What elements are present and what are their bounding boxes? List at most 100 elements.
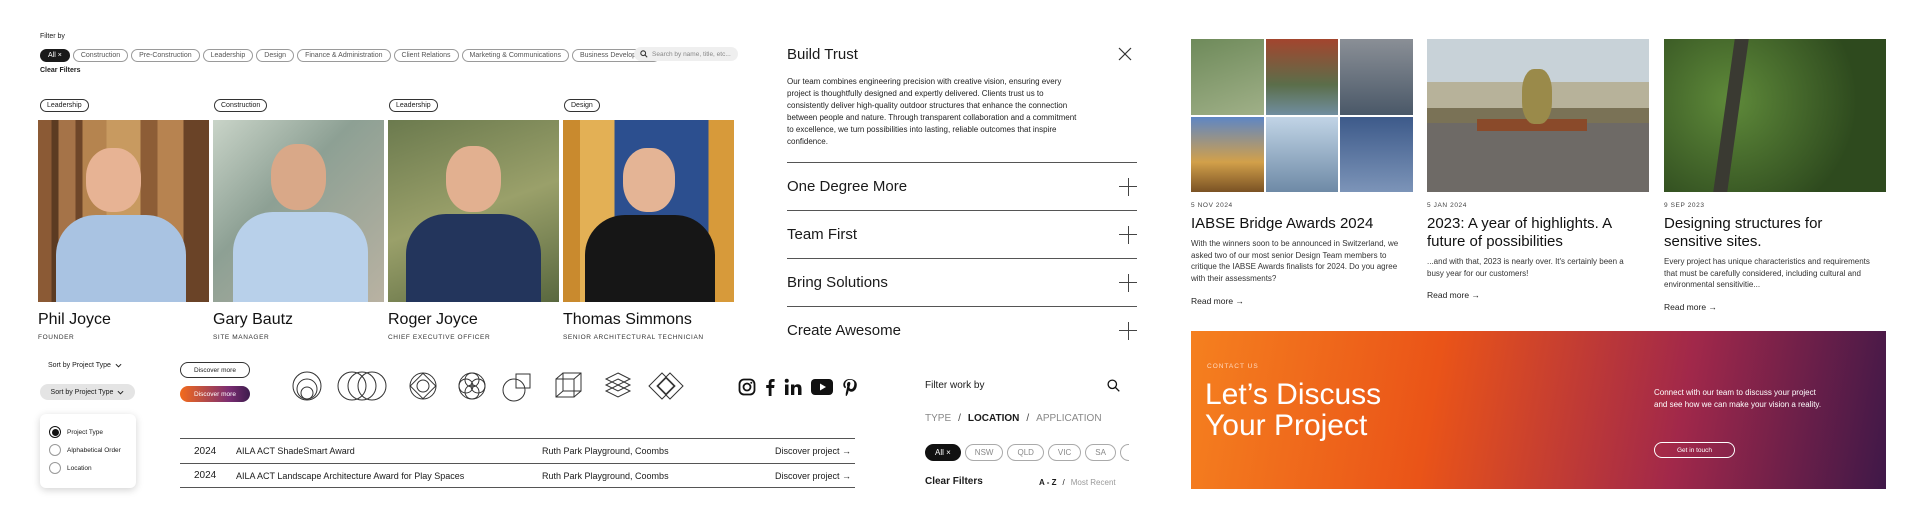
discover-more-gradient-button[interactable]: Discover more bbox=[180, 386, 250, 402]
person-tag: Leadership bbox=[389, 99, 438, 112]
ring-knot-icon bbox=[409, 372, 437, 400]
work-filter-label: Filter work by bbox=[925, 380, 985, 391]
arrow-right-icon: → bbox=[842, 470, 851, 481]
chip-nsw[interactable]: NSW bbox=[964, 444, 1004, 461]
read-more-link[interactable]: Read more → bbox=[1664, 302, 1717, 312]
plus-icon bbox=[1119, 321, 1137, 340]
chip-qld[interactable]: QLD bbox=[1007, 444, 1044, 461]
read-more-link[interactable]: Read more → bbox=[1427, 290, 1480, 300]
sort-option-alphabetical[interactable]: Alphabetical Order bbox=[49, 441, 136, 459]
circles-overlap-icon bbox=[337, 371, 387, 401]
cta-kicker: CONTACT US bbox=[1207, 363, 1259, 370]
facebook-icon[interactable] bbox=[765, 378, 775, 396]
sort-a-z[interactable]: A - Z bbox=[1039, 478, 1056, 487]
chip-all[interactable]: All × bbox=[925, 444, 961, 461]
chip-pre-construction[interactable]: Pre-Construction bbox=[131, 49, 200, 62]
chip-marketing[interactable]: Marketing & Communications bbox=[461, 49, 569, 62]
accordion-team-first[interactable]: Team First bbox=[787, 210, 1137, 258]
chip-client-relations[interactable]: Client Relations bbox=[393, 49, 459, 62]
link-label: Read more bbox=[1664, 302, 1707, 312]
discover-project-link[interactable]: Discover project → bbox=[764, 446, 855, 456]
arrow-right-icon: → bbox=[1471, 290, 1480, 300]
chip-construction[interactable]: Construction bbox=[72, 49, 129, 62]
person-role: SENIOR ARCHITECTURAL TECHNICIAN bbox=[563, 334, 704, 341]
accordion-label: Bring Solutions bbox=[787, 274, 888, 291]
panel-title: Build Trust bbox=[787, 46, 858, 63]
work-sort: A - Z / Most Recent bbox=[1039, 478, 1116, 487]
accordion-create-awesome[interactable]: Create Awesome bbox=[787, 306, 1137, 354]
social-links bbox=[738, 378, 857, 396]
discover-more-outline-button[interactable]: Discover more bbox=[180, 362, 250, 378]
discover-project-link[interactable]: Discover project → bbox=[764, 471, 855, 481]
panel-body: Our team combines engineering precision … bbox=[787, 77, 1077, 146]
news-date: 5 JAN 2024 bbox=[1427, 202, 1467, 209]
chip-vic[interactable]: VIC bbox=[1047, 444, 1082, 461]
chip-all[interactable]: All × bbox=[40, 49, 70, 62]
accordion-label: One Degree More bbox=[787, 178, 908, 195]
work-filter-modes: TYPE / LOCATION / APPLICATION bbox=[925, 413, 1102, 424]
sort-dropdown-filled[interactable]: Sort by Project Type bbox=[40, 384, 135, 400]
contact-banner: CONTACT US Let’s Discuss Your Project Co… bbox=[1191, 331, 1886, 489]
sort-dropdown-plain[interactable]: Sort by Project Type bbox=[48, 362, 122, 369]
accordion-bring-solutions[interactable]: Bring Solutions bbox=[787, 258, 1137, 306]
work-filter-chips: All × NSW QLD VIC SA bbox=[925, 442, 1129, 461]
chip-finance[interactable]: Finance & Administration bbox=[297, 49, 391, 62]
award-row[interactable]: 2024 AILA ACT ShadeSmart Award Ruth Park… bbox=[180, 438, 855, 463]
news-date: 5 NOV 2024 bbox=[1191, 202, 1233, 209]
sort-option-project-type[interactable]: Project Type bbox=[49, 423, 136, 441]
person-role: FOUNDER bbox=[38, 334, 75, 341]
news-body: ...and with that, 2023 is nearly over. I… bbox=[1427, 257, 1624, 278]
award-year: 2024 bbox=[194, 470, 217, 481]
sort-most-recent[interactable]: Most Recent bbox=[1071, 478, 1116, 487]
search-field[interactable]: Search by name, title, etc... bbox=[634, 47, 738, 61]
mode-location[interactable]: LOCATION bbox=[968, 413, 1019, 424]
award-title: AILA ACT ShadeSmart Award bbox=[236, 446, 355, 456]
pinterest-icon[interactable] bbox=[842, 378, 857, 396]
news-title: Designing structures for sensitive sites… bbox=[1664, 215, 1823, 250]
plus-icon bbox=[1119, 225, 1137, 244]
link-label: Discover project bbox=[774, 470, 840, 481]
clear-filters-link[interactable]: Clear Filters bbox=[40, 67, 80, 74]
person-name: Phil Joyce bbox=[38, 311, 111, 328]
chevron-down-icon bbox=[115, 363, 122, 368]
mode-type[interactable]: TYPE bbox=[925, 413, 951, 424]
instagram-icon[interactable] bbox=[738, 378, 756, 396]
clear-filters-link[interactable]: Clear Filters bbox=[925, 476, 983, 487]
news-image bbox=[1664, 39, 1886, 192]
linkedin-icon[interactable] bbox=[784, 378, 802, 396]
sort-option-location[interactable]: Location bbox=[49, 459, 136, 477]
youtube-icon[interactable] bbox=[811, 379, 833, 395]
person-tag: Leadership bbox=[40, 99, 89, 112]
read-more-link[interactable]: Read more → bbox=[1191, 296, 1244, 306]
mode-application[interactable]: APPLICATION bbox=[1036, 413, 1101, 424]
cta-title-line: Let’s Discuss bbox=[1205, 378, 1382, 411]
cta-title-line: Your Project bbox=[1205, 409, 1368, 442]
person-photo bbox=[388, 120, 559, 302]
diamonds-icon bbox=[648, 372, 684, 400]
person-name: Roger Joyce bbox=[388, 311, 478, 328]
sort-label: Sort by Project Type bbox=[50, 388, 114, 396]
plus-icon bbox=[1119, 177, 1137, 196]
get-in-touch-button[interactable]: Get in touch bbox=[1654, 442, 1735, 458]
cta-body: Connect with our team to discuss your pr… bbox=[1654, 388, 1822, 409]
person-photo bbox=[38, 120, 209, 302]
person-photo bbox=[563, 120, 734, 302]
accordion-one-degree-more[interactable]: One Degree More bbox=[787, 162, 1137, 210]
arrow-right-icon: → bbox=[1235, 296, 1244, 306]
cta-title: Let’s Discuss Your Project bbox=[1205, 379, 1381, 441]
person-name: Gary Bautz bbox=[213, 311, 294, 328]
chip-leadership[interactable]: Leadership bbox=[202, 49, 254, 62]
chip-design[interactable]: Design bbox=[256, 49, 295, 62]
plus-icon bbox=[1119, 273, 1137, 292]
award-row[interactable]: 2024 AILA ACT Landscape Architecture Awa… bbox=[180, 463, 855, 488]
chip-sa[interactable]: SA bbox=[1085, 444, 1116, 461]
four-circles-icon bbox=[458, 372, 486, 400]
chip-more[interactable] bbox=[1119, 444, 1129, 461]
search-icon[interactable] bbox=[1107, 379, 1120, 392]
icon-row bbox=[292, 371, 684, 402]
option-label: Location bbox=[67, 464, 92, 472]
news-image-collage bbox=[1191, 39, 1413, 192]
person-tag: Design bbox=[564, 99, 600, 112]
close-icon[interactable] bbox=[1118, 47, 1132, 61]
filter-chips: All × Construction Pre-Construction Lead… bbox=[40, 49, 663, 62]
